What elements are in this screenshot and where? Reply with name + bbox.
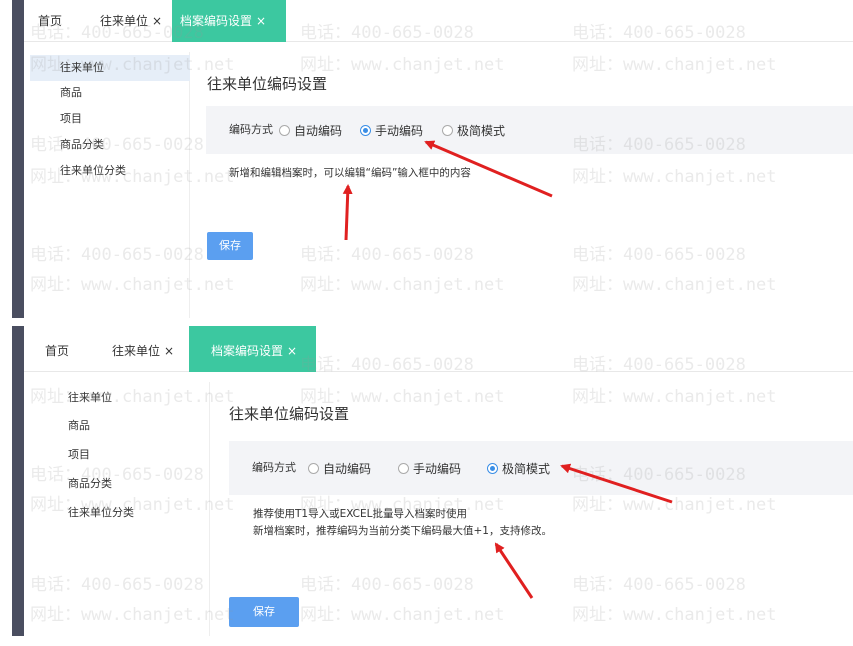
radio-circle: [398, 462, 409, 474]
tab-code-settings-label: 档案编码设置: [180, 14, 253, 28]
tab-partners-label: 往来单位: [100, 14, 149, 28]
sidebar-item-partner-category[interactable]: 往来单位分类: [38, 500, 210, 526]
sidebar-item-project[interactable]: 项目: [38, 442, 210, 468]
coding-mode-row: 编码方式 自动编码 手动编码 极简模式: [206, 106, 853, 154]
left-nav-strip: [12, 326, 24, 636]
screenshot-panel-manual: 首页 往来单位 × 档案编码设置 × 往来单位 商品 项目 商品分类 往来单位分类 …: [0, 0, 853, 318]
tab-partners[interactable]: 往来单位 ×: [112, 326, 174, 372]
sidebar: 往来单位 商品 项目 商品分类 往来单位分类: [38, 382, 210, 636]
sidebar: 往来单位 商品 项目 商品分类 往来单位分类: [30, 52, 190, 318]
tab-partners[interactable]: 往来单位 ×: [100, 0, 162, 42]
manual-mode-hint: 新增和编辑档案时，可以编辑“编码”输入框中的内容: [229, 167, 471, 179]
tab-code-settings[interactable]: 档案编码设置 ×: [189, 326, 316, 372]
radio-circle-checked: [360, 124, 371, 136]
sidebar-item-partner-category[interactable]: 往来单位分类: [30, 158, 190, 184]
radio-auto-label: 自动编码: [323, 461, 372, 476]
radio-circle: [442, 124, 453, 136]
tab-partners-label: 往来单位: [112, 344, 161, 358]
sidebar-item-goods-category[interactable]: 商品分类: [30, 132, 190, 158]
radio-auto-label: 自动编码: [294, 123, 343, 138]
radio-auto-coding[interactable]: 自动编码: [308, 441, 371, 495]
screenshot-panel-simple: 首页 往来单位 × 档案编码设置 × 往来单位 商品 项目 商品分类 往来单位分类 …: [0, 326, 853, 636]
radio-simple-mode[interactable]: 极简模式: [442, 106, 505, 154]
coding-mode-label: 编码方式: [229, 123, 273, 136]
simple-mode-hint-line2: 新增档案时，推荐编码为当前分类下编码最大值+1，支持修改。: [253, 525, 552, 537]
tab-code-settings-label: 档案编码设置: [211, 344, 284, 358]
radio-manual-coding[interactable]: 手动编码: [398, 441, 461, 495]
sidebar-item-goods[interactable]: 商品: [38, 413, 210, 439]
radio-circle: [279, 124, 290, 136]
close-icon[interactable]: ×: [256, 14, 266, 28]
left-nav-strip: [12, 0, 24, 318]
radio-manual-coding[interactable]: 手动编码: [360, 106, 423, 154]
radio-manual-label: 手动编码: [413, 461, 462, 476]
radio-simple-label: 极简模式: [457, 123, 506, 138]
radio-circle: [308, 462, 319, 474]
sidebar-item-goods-category[interactable]: 商品分类: [38, 471, 210, 497]
simple-mode-hint-line1: 推荐使用T1导入或EXCEL批量导入档案时使用: [253, 508, 467, 520]
radio-manual-label: 手动编码: [375, 123, 424, 138]
radio-circle-checked: [487, 462, 498, 474]
close-icon[interactable]: ×: [287, 344, 297, 358]
radio-simple-label: 极简模式: [502, 461, 551, 476]
sidebar-item-partners[interactable]: 往来单位: [30, 55, 190, 81]
close-icon[interactable]: ×: [152, 14, 162, 28]
sidebar-item-project[interactable]: 项目: [30, 106, 190, 132]
close-icon[interactable]: ×: [164, 344, 174, 358]
radio-auto-coding[interactable]: 自动编码: [279, 106, 342, 154]
sidebar-item-goods[interactable]: 商品: [30, 80, 190, 106]
tab-code-settings[interactable]: 档案编码设置 ×: [172, 0, 286, 42]
coding-mode-row: 编码方式 自动编码 手动编码 极简模式: [229, 441, 853, 495]
panel-separator: [0, 318, 853, 326]
sidebar-item-partners[interactable]: 往来单位: [38, 385, 210, 411]
tab-home[interactable]: 首页: [45, 326, 69, 372]
radio-simple-mode[interactable]: 极简模式: [487, 441, 550, 495]
save-button[interactable]: 保存: [207, 232, 253, 260]
coding-mode-label: 编码方式: [252, 461, 296, 474]
page-title: 往来单位编码设置: [207, 75, 328, 93]
tab-home[interactable]: 首页: [38, 0, 62, 42]
page-title: 往来单位编码设置: [229, 405, 350, 423]
save-button[interactable]: 保存: [229, 597, 299, 627]
